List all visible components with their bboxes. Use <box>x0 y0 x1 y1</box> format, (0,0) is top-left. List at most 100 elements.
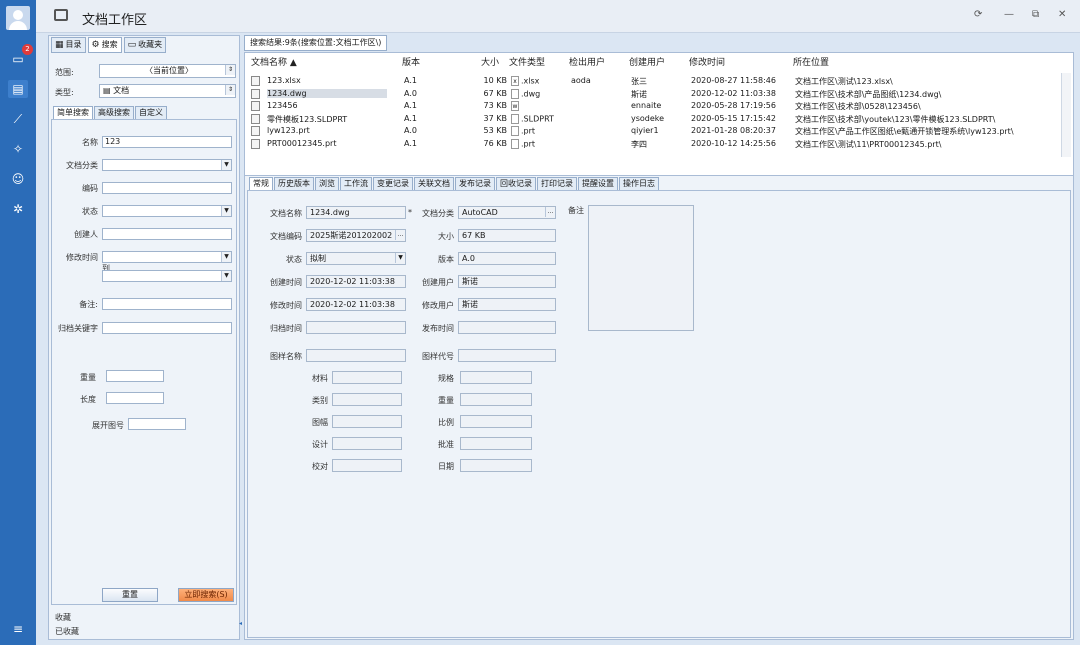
col-mtime[interactable]: 修改时间 <box>689 55 725 68</box>
col-size[interactable]: 大小 <box>481 55 499 68</box>
note-box[interactable] <box>588 205 694 331</box>
category-select[interactable]: ▼ <box>102 159 232 171</box>
vertical-scrollbar[interactable] <box>1061 73 1071 157</box>
window-icon <box>54 9 68 21</box>
chart-icon[interactable]: ⟋ <box>8 110 28 128</box>
doc-cat-field[interactable]: AutoCAD… <box>458 206 556 219</box>
reset-button[interactable]: 重置 <box>102 588 158 602</box>
modtime-to-select[interactable]: ▼ <box>102 270 232 282</box>
status-label: 状态 <box>82 207 98 216</box>
tab-detail-7[interactable]: 回收记录 <box>496 177 536 191</box>
modtime-from-select[interactable]: ▼ <box>102 251 232 263</box>
browse-icon[interactable]: … <box>545 207 555 217</box>
notification-badge: 2 <box>22 44 33 55</box>
name-input[interactable]: 123 <box>102 136 232 148</box>
cell-size: 76 KB <box>483 138 507 148</box>
cell-filetype: .dwg <box>511 88 567 99</box>
users-icon[interactable]: ☺ <box>8 170 28 188</box>
browse-icon[interactable]: … <box>395 230 405 240</box>
tab-detail-9[interactable]: 提醒设置 <box>578 177 618 191</box>
mtime-field: 2020-12-02 11:03:38 <box>306 298 406 311</box>
note-input[interactable] <box>102 298 232 310</box>
status-field[interactable]: 拟制 ▼ <box>306 252 406 265</box>
col-name[interactable]: 文档名称 ▲ <box>251 55 297 68</box>
approve-field[interactable] <box>460 437 532 450</box>
file-icon <box>251 138 260 149</box>
table-row[interactable]: 123.xlsx A.1 10 KB x .xlsx aoda 张三 2020-08-27 1… <box>247 75 1055 87</box>
chevron-down-icon[interactable]: ▼ <box>395 253 405 263</box>
spec-field[interactable] <box>460 371 532 384</box>
chevron-down-icon[interactable]: ▼ <box>221 206 231 216</box>
col-version[interactable]: 版本 <box>402 55 420 68</box>
archive-kw-input[interactable] <box>102 322 232 334</box>
tab-detail-5[interactable]: 关联文档 <box>414 177 454 191</box>
chevron-down-icon[interactable]: ▼ <box>221 271 231 281</box>
table-row[interactable]: lyw123.prt A.0 53 KB .prt qiyier1 2021-01-28 … <box>247 125 1055 137</box>
scale-field[interactable] <box>460 415 532 428</box>
tab-advanced-search[interactable]: 高级搜索 <box>94 106 134 120</box>
col-creator[interactable]: 创建用户 <box>629 55 665 68</box>
tab-detail-4[interactable]: 变更记录 <box>373 177 413 191</box>
refresh-icon[interactable]: ⟳ <box>974 9 982 20</box>
tab-directory[interactable]: ▦ 目录 <box>51 37 86 53</box>
creator-input[interactable] <box>102 228 232 240</box>
unfold-input[interactable] <box>128 418 186 430</box>
status-select[interactable]: ▼ <box>102 205 232 217</box>
code-input[interactable] <box>102 182 232 194</box>
tab-detail-0[interactable]: 常规 <box>249 177 273 191</box>
table-row[interactable]: PRT00012345.prt A.1 76 KB .prt 李四 2020-10-12 … <box>247 138 1055 150</box>
tab-favorites[interactable]: ▭ 收藏夹 <box>123 37 167 53</box>
filetype-icon <box>511 126 519 136</box>
tab-search[interactable]: ⚙ 搜索 <box>87 37 122 53</box>
design-field[interactable] <box>332 437 402 450</box>
tab-detail-2[interactable]: 浏览 <box>315 177 339 191</box>
cell-size: 73 KB <box>483 101 507 110</box>
tab-detail-8[interactable]: 打印记录 <box>537 177 577 191</box>
favorited-label: 已收藏 <box>55 627 79 636</box>
col-filetype[interactable]: 文件类型 <box>509 55 545 68</box>
spinner-icon[interactable]: ⇕ <box>225 65 235 75</box>
document-icon[interactable]: ▤ <box>8 80 28 98</box>
table-row[interactable]: 零件模板123.SLDPRT A.1 37 KB .SLDPRT ysodeke 2020… <box>247 113 1055 125</box>
type-select[interactable]: ▤ 文档 ⇕ <box>99 84 236 98</box>
search-button[interactable]: 立即搜索(S) <box>178 588 234 602</box>
tab-detail-10[interactable]: 操作日志 <box>619 177 659 191</box>
puzzle-icon[interactable]: ✧ <box>8 140 28 158</box>
minimize-button[interactable]: — <box>1004 9 1014 20</box>
chevron-down-icon[interactable]: ▼ <box>221 252 231 262</box>
doc-name-field[interactable]: 1234.dwg <box>306 206 406 219</box>
drawing-code-field[interactable] <box>458 349 556 362</box>
scope-select[interactable]: 〈当前位置〉 ⇕ <box>99 64 236 78</box>
results-tab[interactable]: 搜索结果:9条(搜索位置:文档工作区\) <box>244 35 388 51</box>
tab-detail-1[interactable]: 历史版本 <box>274 177 314 191</box>
close-button[interactable]: ✕ <box>1058 9 1066 20</box>
class-field[interactable] <box>332 393 402 406</box>
user-avatar[interactable] <box>6 6 30 30</box>
col-checkout[interactable]: 检出用户 <box>569 55 605 68</box>
spinner-icon[interactable]: ⇕ <box>225 85 235 95</box>
material-field[interactable] <box>332 371 402 384</box>
unfold-label: 展开图号 <box>92 421 124 430</box>
chevron-down-icon[interactable]: ▼ <box>221 160 231 170</box>
collapse-left-icon[interactable]: ◂ <box>239 620 242 627</box>
doc-code-field[interactable]: 2025斯诺201202002… <box>306 229 406 242</box>
cell-filetype: .SLDPRT <box>511 113 567 124</box>
tab-simple-search[interactable]: 简单搜索 <box>53 106 93 120</box>
maximize-button[interactable]: ⧉ <box>1032 9 1039 20</box>
menu-icon[interactable]: ≡ <box>8 620 28 638</box>
col-location[interactable]: 所在位置 <box>793 55 829 68</box>
weight-input[interactable] <box>106 370 164 382</box>
sheet-field[interactable] <box>332 415 402 428</box>
drawing-name-field[interactable] <box>306 349 406 362</box>
settings-icon[interactable]: ✲ <box>8 200 28 218</box>
tab-custom-search[interactable]: 自定义 <box>135 106 167 120</box>
date-field[interactable] <box>460 459 532 472</box>
check-field[interactable] <box>332 459 402 472</box>
weight-field[interactable] <box>460 393 532 406</box>
doc-icon: ▤ <box>103 86 114 95</box>
table-row[interactable]: 1234.dwg A.0 67 KB .dwg 斯诺 2020-12-02 11:03:3… <box>247 88 1055 100</box>
table-row[interactable]: 123456 A.1 73 KB w ennaite 2020-05-28 17:19:5… <box>247 100 1055 112</box>
tab-detail-6[interactable]: 发布记录 <box>455 177 495 191</box>
length-input[interactable] <box>106 392 164 404</box>
tab-detail-3[interactable]: 工作流 <box>340 177 372 191</box>
